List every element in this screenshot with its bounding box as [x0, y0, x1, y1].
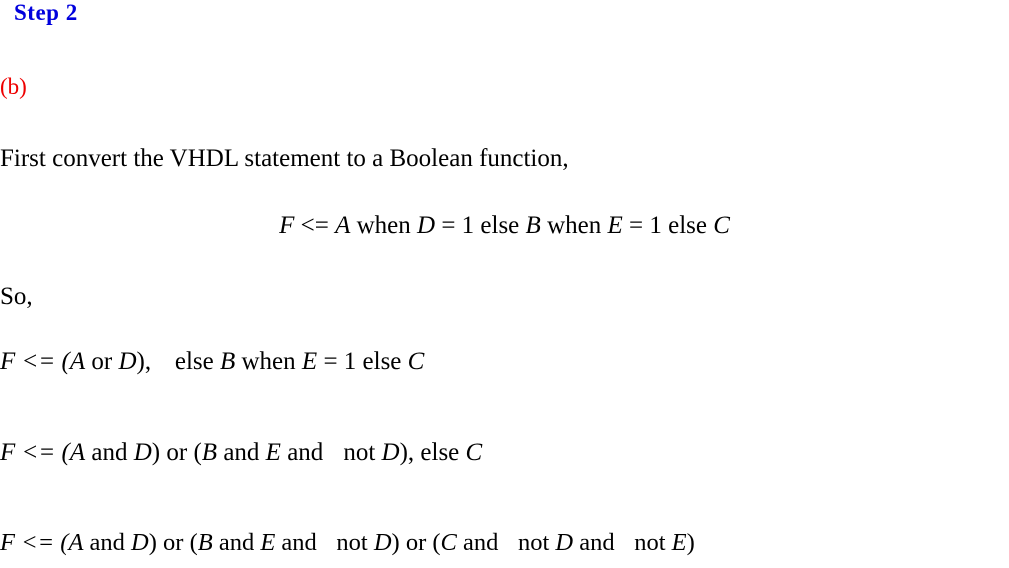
eq2-var-d2: D [381, 439, 400, 466]
eq0-kw-when1: when [350, 212, 417, 239]
eq1-lhs: F <= ( [0, 348, 70, 375]
eq1-op-or: or [85, 348, 119, 375]
eq0-var-f: F [279, 212, 295, 239]
eq3-close-paren: ) [686, 529, 695, 556]
equation-line-3: F <= (A and D) or (B and E and not D) or… [0, 529, 695, 557]
eq0-op-assign: <= [294, 212, 336, 239]
eq2-var-d1: D [133, 439, 152, 466]
eq0-var-a: A [335, 212, 351, 239]
eq3-op-not2: not [517, 529, 556, 556]
eq3-close-open1: ) or ( [148, 529, 198, 556]
eq0-cond1: = 1 else [435, 212, 526, 239]
eq1-var-d: D [118, 348, 137, 375]
eq2-close-open: ) or ( [151, 439, 202, 466]
eq2-op-not1: not [343, 439, 382, 466]
part-label: (b) [0, 74, 27, 99]
document-page: Step 2 (b) First convert the VHDL statem… [0, 0, 1009, 568]
eq2-op-and1: and [85, 439, 134, 466]
eq0-var-e: E [607, 212, 623, 239]
eq0-var-b: B [525, 212, 541, 239]
eq2-var-c: C [465, 439, 483, 466]
eq0-kw-when2: when [540, 212, 608, 239]
eq3-op-and1: and [83, 529, 132, 556]
so-paragraph: So, [0, 283, 33, 310]
eq2-lhs: F <= ( [0, 439, 70, 466]
eq1-kw-else1: else [174, 348, 220, 375]
eq3-op-not1: not [336, 529, 374, 556]
eq3-var-e1: E [260, 529, 276, 556]
eq3-close-open2: ) or ( [391, 529, 441, 556]
eq3-lhs: F <= ( [0, 529, 69, 556]
equation-line-2: F <= (A and D) or (B and E and not D), e… [0, 439, 482, 467]
eq2-var-e: E [265, 439, 281, 466]
eq3-op-and3: and [275, 529, 323, 556]
eq2-close-paren: ), [399, 439, 415, 466]
eq2-var-a: A [69, 439, 86, 466]
eq1-kw-when: when [235, 348, 302, 375]
eq1-close-paren: ), [136, 348, 152, 375]
eq3-var-c: C [440, 529, 457, 556]
eq3-var-b: B [197, 529, 213, 556]
eq3-var-e2: E [671, 529, 687, 556]
eq3-var-a: A [68, 529, 84, 556]
eq2-op-and3: and [280, 439, 330, 466]
eq2-var-b: B [201, 439, 218, 466]
step-heading: Step 2 [14, 0, 78, 25]
eq3-var-d3: D [555, 529, 574, 556]
eq1-cond: = 1 else [317, 348, 408, 375]
eq0-cond2: = 1 else [622, 212, 714, 239]
eq3-var-d2: D [373, 529, 392, 556]
eq3-var-d1: D [131, 529, 149, 556]
eq1-var-c: C [407, 348, 425, 375]
eq2-kw-else: else [414, 439, 466, 466]
eq0-var-d: D [417, 212, 436, 239]
equation-line-1: F <= (A or D), else B when E = 1 else C [0, 348, 424, 376]
eq2-op-and2: and [217, 439, 266, 466]
eq1-var-b: B [219, 348, 236, 375]
eq1-var-a: A [69, 348, 86, 375]
eq3-op-and4: and [456, 529, 505, 556]
eq3-op-and5: and [573, 529, 621, 556]
intro-paragraph: First convert the VHDL statement to a Bo… [0, 145, 569, 172]
eq3-op-and2: and [212, 529, 261, 556]
eq1-var-e: E [301, 348, 318, 375]
eq3-op-not3: not [634, 529, 672, 556]
eq0-var-c: C [713, 212, 730, 239]
display-equation: F <= A when D = 1 else B when E = 1 else… [0, 212, 1009, 240]
